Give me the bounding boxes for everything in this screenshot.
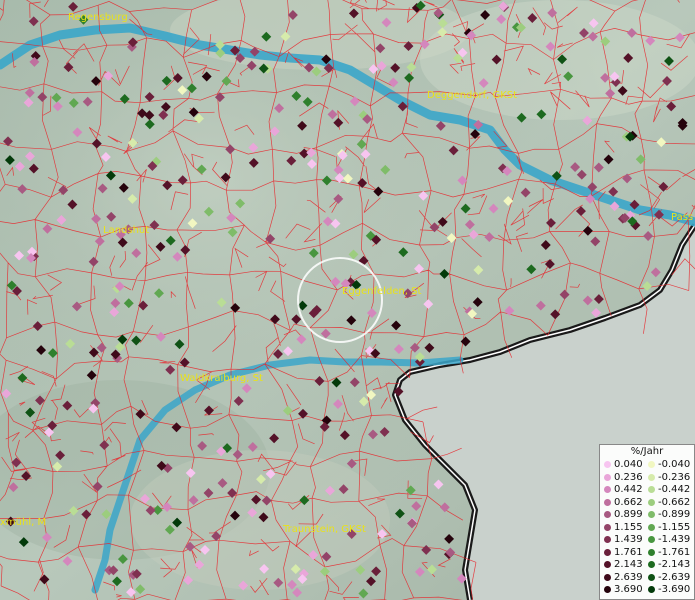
legend-value: 3.690 [614,584,643,595]
legend-value: 0.236 [614,471,643,483]
legend-value: 1.761 [614,546,643,558]
legend-value: 2.639 [614,571,643,583]
legend-value: 0.662 [614,496,643,508]
legend-value: -3.690 [658,584,691,595]
legend-value: -0.040 [658,459,691,470]
legend-value: -1.439 [658,534,691,545]
legend-value: -1.761 [658,546,691,558]
legend-swatch [648,561,655,568]
legend-value: -1.155 [658,521,691,533]
legend-value: 0.899 [614,509,643,520]
legend-value: 0.442 [614,484,643,495]
legend-value: -0.899 [658,509,691,520]
legend-swatch [604,536,611,543]
legend-swatch [604,473,611,481]
legend-swatch [604,561,611,568]
map-canvas[interactable] [0,0,695,600]
legend-swatch [648,461,655,468]
legend-swatch [648,473,655,481]
legend-swatch [604,586,611,593]
legend-swatch [648,573,655,581]
legend-swatch [604,511,611,518]
legend-value: -2.143 [658,559,691,570]
legend-value: 1.155 [614,521,643,533]
legend-value: -0.662 [658,496,691,508]
legend-value: 2.143 [614,559,643,570]
legend-title: %/Jahr [630,446,664,457]
city-label-regensburg: Regensburg [68,12,128,23]
legend-swatch [648,536,655,543]
city-label-eggenfelden: Eggenfelden, St [342,286,422,297]
city-label-landshut: Landshut [103,225,150,236]
legend-swatch [648,548,655,556]
legend-swatch [604,461,611,468]
legend-value: 0.040 [614,459,643,470]
legend-swatch [648,586,655,593]
legend-value: -0.236 [658,471,691,483]
city-label-traunstein: Traunstein, GKSt [283,524,366,535]
legend-swatch [604,573,611,581]
legend-value: -2.639 [658,571,691,583]
city-label-deggendorf: Deggendorf, GKSt [427,90,518,101]
legend-swatch [648,511,655,518]
legend-swatch [648,486,655,493]
legend-value: 1.439 [614,534,643,545]
legend-swatch [604,498,611,506]
map-legend: %/Jahr 0.040 -0.040 0.236 -0.236 0.442 -0.442… [599,444,695,600]
legend-swatch [604,523,611,531]
legend-swatch [648,498,655,506]
legend-swatch [604,486,611,493]
legend-swatch [648,523,655,531]
city-label-passau: Pass [671,212,694,223]
legend-value: -0.442 [658,484,691,495]
legend-swatch [604,548,611,556]
city-label-muehldorf: xmühl, M [0,517,47,528]
city-label-waldkraiburg: Waldkraiburg, St [180,373,263,384]
